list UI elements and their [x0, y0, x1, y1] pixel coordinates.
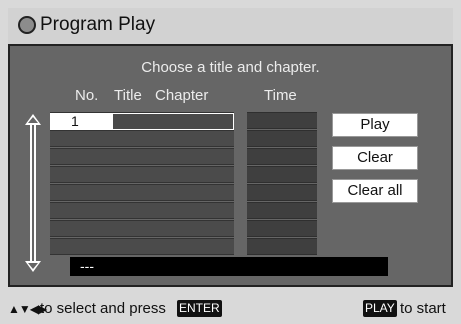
- column-header-no: No.: [75, 87, 99, 104]
- header-bar: Program Play: [8, 8, 453, 44]
- enter-key-badge: ENTER: [177, 300, 222, 317]
- row-time-cell: [247, 166, 317, 183]
- row-title-chapter-cell[interactable]: [112, 203, 234, 220]
- row-time-cell: [247, 202, 317, 219]
- table-row[interactable]: [50, 202, 234, 219]
- scroll-arrows-icon[interactable]: [24, 113, 42, 273]
- row-title-chapter-cell[interactable]: [112, 113, 234, 130]
- play-key-badge: PLAY: [363, 300, 397, 317]
- info-text: ---: [80, 258, 94, 274]
- play-button[interactable]: Play: [332, 113, 418, 137]
- row-time-cell: [247, 220, 317, 237]
- row-number-cell[interactable]: [50, 221, 112, 238]
- column-header-chapter: Chapter: [155, 87, 209, 104]
- row-title-chapter-cell[interactable]: [112, 221, 234, 238]
- table-row[interactable]: [50, 166, 234, 183]
- page-title: Program Play: [40, 14, 156, 35]
- clear-all-button[interactable]: Clear all: [332, 179, 418, 203]
- program-play-screen: Program Play Choose a title and chapter.…: [0, 0, 461, 324]
- row-number-cell[interactable]: 1: [50, 113, 112, 130]
- row-number-cell[interactable]: [50, 185, 112, 202]
- table-row[interactable]: [50, 130, 234, 147]
- row-title-chapter-cell[interactable]: [112, 131, 234, 148]
- footer-bar: ▲▼◀▶ to select and press ENTER PLAY to s…: [0, 295, 461, 324]
- row-number-cell[interactable]: [50, 239, 112, 256]
- table-row[interactable]: [50, 238, 234, 255]
- row-time-cell: [247, 112, 317, 129]
- row-number: 1: [71, 113, 79, 129]
- row-number-cell[interactable]: [50, 131, 112, 148]
- row-number-cell[interactable]: [50, 149, 112, 166]
- row-time-cell: [247, 148, 317, 165]
- footer-select-text: to select and press: [40, 300, 166, 317]
- row-title-chapter-cell[interactable]: [112, 167, 234, 184]
- row-title-chapter-cell[interactable]: [112, 149, 234, 166]
- disc-circle-icon: [18, 16, 36, 34]
- prompt-text: Choose a title and chapter.: [141, 59, 320, 76]
- row-title-chapter-cell[interactable]: [112, 185, 234, 202]
- clear-button[interactable]: Clear: [332, 146, 418, 170]
- row-number-cell[interactable]: [50, 167, 112, 184]
- row-time-cell: [247, 184, 317, 201]
- info-bar: ---: [70, 257, 388, 276]
- row-time-cell: [247, 238, 317, 255]
- table-row[interactable]: [50, 148, 234, 165]
- table-row[interactable]: 1: [50, 112, 234, 130]
- column-header-title: Title: [114, 87, 142, 104]
- row-title-chapter-cell[interactable]: [112, 239, 234, 256]
- footer-start-text: to start: [400, 300, 446, 317]
- row-number-cell[interactable]: [50, 203, 112, 220]
- table-row[interactable]: [50, 220, 234, 237]
- row-time-cell: [247, 130, 317, 147]
- program-panel: Choose a title and chapter. No. Title Ch…: [8, 44, 453, 287]
- table-row[interactable]: [50, 184, 234, 201]
- column-header-time: Time: [264, 87, 297, 104]
